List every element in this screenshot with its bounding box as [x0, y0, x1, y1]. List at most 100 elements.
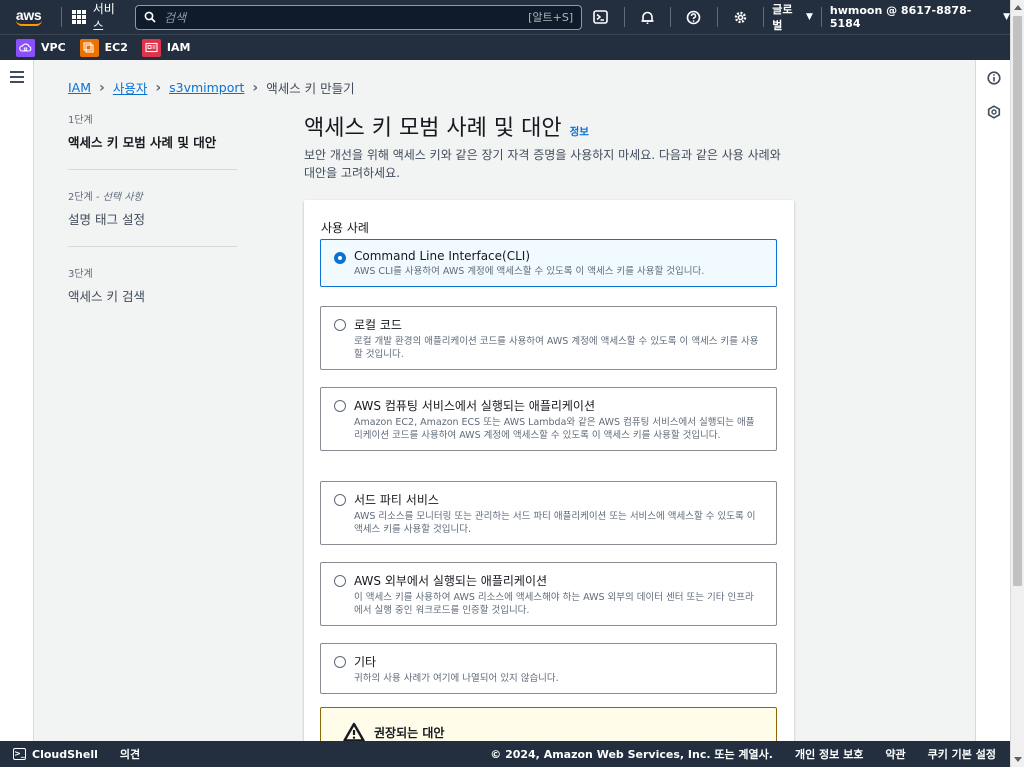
aws-smile-icon	[15, 20, 42, 26]
scroll-up-arrow-icon[interactable]	[1014, 5, 1022, 10]
page-description: 보안 개선을 위해 액세스 키와 같은 장기 자격 증명을 사용하지 마세요. …	[304, 148, 781, 180]
favorite-ec2[interactable]: EC2	[79, 38, 128, 57]
region-selector[interactable]: 글로벌 ▼	[772, 1, 813, 33]
breadcrumb: IAM › 사용자 › s3vmimport › 액세스 키 만들기	[68, 78, 355, 97]
grid-icon	[72, 10, 86, 24]
divider	[61, 7, 63, 27]
step-title: 설명 태그 설정	[68, 212, 145, 227]
favorite-label: VPC	[41, 41, 66, 54]
cloudshell-footer-button[interactable]: >_ CloudShell	[13, 748, 98, 761]
option-title: AWS 외부에서 실행되는 애플리케이션	[354, 574, 548, 588]
divider	[716, 7, 718, 27]
chevron-right-icon: ›	[155, 79, 162, 96]
option-description: 이 액세스 키를 사용하여 AWS 리소스에 액세스해야 하는 AWS 외부의 …	[354, 592, 754, 616]
cookie-preferences-link[interactable]: 쿠키 기본 설정	[928, 746, 996, 762]
account-menu[interactable]: hwmoon @ 8617-8878-5184 ▼	[830, 4, 1010, 30]
scroll-thumb[interactable]	[1013, 16, 1022, 586]
aws-logo[interactable]: aws	[4, 0, 53, 34]
use-case-option-other[interactable]: 기타 귀하의 사용 사례가 여기에 나열되어 있지 않습니다.	[320, 643, 777, 694]
aws-logo-text: aws	[15, 6, 42, 23]
search-icon	[144, 11, 156, 23]
step-title: 액세스 키 모범 사례 및 대안	[68, 135, 217, 150]
use-case-option-cli[interactable]: Command Line Interface(CLI) AWS CLI를 사용하…	[320, 239, 777, 287]
use-case-option-aws-compute[interactable]: AWS 컴퓨팅 서비스에서 실행되는 애플리케이션 Amazon EC2, Am…	[320, 387, 777, 451]
breadcrumb-user[interactable]: s3vmimport	[169, 80, 244, 95]
top-navigation: aws 서비스 검색 [알트+S] 글로벌 ▼ hwmoon @ 8617-88…	[0, 0, 1010, 34]
search-shortcut: [알트+S]	[528, 11, 574, 24]
use-case-option-outside-aws[interactable]: AWS 외부에서 실행되는 애플리케이션 이 액세스 키를 사용하여 AWS 리…	[320, 562, 777, 626]
settings-button[interactable]	[726, 0, 756, 34]
footer: >_ CloudShell 의견 © 2024, Amazon Web Serv…	[0, 741, 1010, 767]
feedback-link[interactable]: 의견	[120, 746, 140, 762]
notifications-button[interactable]	[633, 0, 663, 34]
radio-button[interactable]	[334, 319, 346, 331]
favorite-iam[interactable]: IAM	[141, 38, 191, 57]
page-title: 액세스 키 모범 사례 및 대안 정보	[304, 110, 589, 142]
favorite-vpc[interactable]: VPC	[16, 38, 66, 57]
option-title: 서드 파티 서비스	[354, 493, 439, 507]
divider	[763, 7, 765, 27]
side-navigation-rail	[0, 60, 34, 741]
services-menu-button[interactable]: 서비스	[72, 0, 125, 34]
divider	[623, 7, 625, 27]
radio-button[interactable]	[334, 400, 346, 412]
use-case-panel: 사용 사례 Command Line Interface(CLI) AWS CL…	[304, 200, 794, 760]
breadcrumb-iam[interactable]: IAM	[68, 80, 91, 95]
info-panel-button[interactable]	[985, 69, 1002, 86]
menu-icon[interactable]	[10, 71, 24, 86]
search-placeholder: 검색	[163, 10, 187, 25]
search-input[interactable]: 검색 [알트+S]	[134, 4, 583, 30]
option-description: Amazon EC2, Amazon ECS 또는 AWS Lambda와 같은…	[354, 417, 755, 441]
caret-down-icon: ▼	[805, 12, 813, 22]
step-number: 2단계 - 선택 사항	[68, 192, 143, 203]
gear-icon	[734, 11, 747, 23]
step-number: 1단계	[68, 115, 93, 126]
breadcrumb-current: 액세스 키 만들기	[266, 81, 355, 96]
radio-button[interactable]	[334, 575, 346, 587]
privacy-link[interactable]: 개인 정보 보호	[795, 746, 863, 762]
radio-button[interactable]	[334, 252, 346, 264]
region-label: 글로벌	[772, 3, 793, 32]
option-description: 로컬 개발 환경의 애플리케이션 코드를 사용하여 AWS 계정에 액세스할 수…	[354, 336, 759, 360]
info-link[interactable]: 정보	[570, 124, 589, 139]
wizard-step-2[interactable]: 2단계 - 선택 사항 설명 태그 설정	[68, 188, 237, 247]
wizard-step-3[interactable]: 3단계 액세스 키 검색	[68, 265, 237, 323]
terms-link[interactable]: 약관	[885, 746, 905, 762]
chevron-right-icon: ›	[99, 79, 105, 96]
scroll-down-arrow-icon[interactable]	[1014, 757, 1022, 762]
terminal-icon: >_	[13, 748, 26, 760]
vpc-service-icon	[16, 38, 35, 57]
help-icon	[687, 10, 701, 24]
security-panel-button[interactable]	[985, 103, 1002, 120]
breadcrumb-users[interactable]: 사용자	[113, 78, 148, 97]
help-button[interactable]	[679, 0, 709, 34]
step-title: 액세스 키 검색	[68, 289, 145, 304]
scrollbar[interactable]	[1010, 0, 1024, 767]
option-title: 기타	[354, 655, 377, 669]
option-title: AWS 컴퓨팅 서비스에서 실행되는 애플리케이션	[354, 399, 596, 413]
use-case-option-local-code[interactable]: 로컬 코드 로컬 개발 환경의 애플리케이션 코드를 사용하여 AWS 계정에 …	[320, 306, 777, 370]
wizard-step-1[interactable]: 1단계 액세스 키 모범 사례 및 대안	[68, 111, 237, 170]
use-case-option-third-party[interactable]: 서드 파티 서비스 AWS 리소스를 모니터링 또는 관리하는 서드 파티 애플…	[320, 481, 777, 545]
radio-button[interactable]	[334, 494, 346, 506]
cloudshell-icon	[593, 10, 609, 24]
iam-service-icon	[141, 38, 161, 57]
chevron-right-icon: ›	[252, 79, 259, 96]
option-description: AWS CLI를 사용하여 AWS 계정에 액세스할 수 있도록 이 액세스 키…	[354, 266, 705, 277]
radio-button[interactable]	[334, 656, 346, 668]
favorite-label: IAM	[166, 41, 191, 54]
option-title: Command Line Interface(CLI)	[354, 249, 531, 263]
account-label: hwmoon @ 8617-8878-5184	[829, 4, 972, 30]
ec2-service-icon	[79, 38, 99, 57]
cloudshell-label: CloudShell	[32, 747, 98, 761]
services-label: 서비스	[92, 2, 115, 33]
option-description: 귀하의 사용 사례가 여기에 나열되어 있지 않습니다.	[354, 673, 559, 684]
copyright-text: © 2024, Amazon Web Services, Inc. 또는 계열사…	[490, 748, 773, 761]
cloudshell-button[interactable]	[586, 0, 616, 34]
hexagon-icon	[987, 104, 1000, 119]
info-icon	[986, 70, 1001, 85]
alert-title: 권장되는 대안	[374, 726, 445, 740]
option-title: 로컬 코드	[354, 318, 402, 332]
tools-rail	[975, 60, 1010, 741]
page-title-text: 액세스 키 모범 사례 및 대안	[304, 116, 562, 141]
